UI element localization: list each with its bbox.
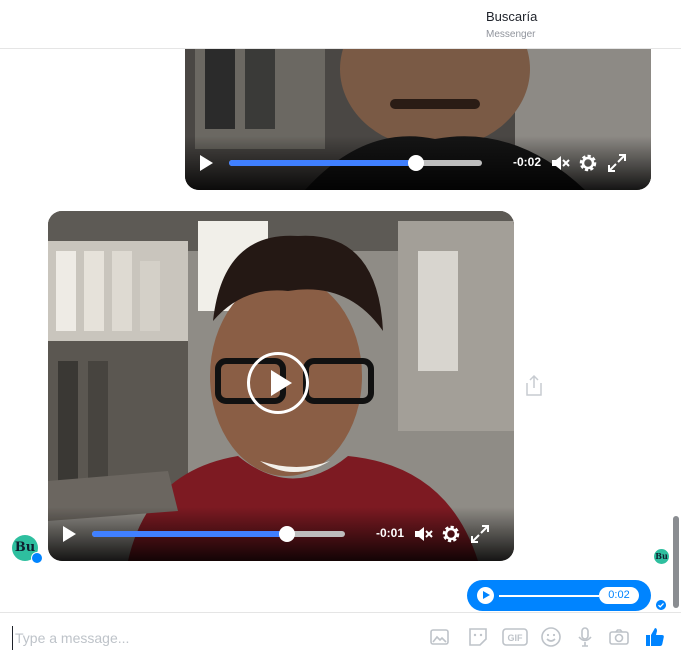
microphone-icon[interactable] [573, 625, 597, 649]
seek-bar-fill [92, 531, 287, 537]
audio-message[interactable]: 0:02 [467, 580, 651, 611]
emoji-icon[interactable] [539, 625, 563, 649]
camera-icon[interactable] [607, 625, 631, 649]
contact-name[interactable]: Buscaría [486, 9, 537, 24]
contact-subtitle: Messenger [486, 29, 536, 40]
conversation-header: Buscaría Messenger [0, 0, 681, 49]
gear-icon[interactable] [577, 152, 599, 174]
seen-avatar: Bu [654, 549, 669, 564]
thread-scrollbar[interactable] [673, 516, 679, 608]
audio-progress-track[interactable] [499, 595, 599, 597]
time-remaining: -0:02 [513, 155, 542, 169]
seek-bar-handle[interactable] [408, 155, 425, 171]
message-thread[interactable]: -0:02 -0:01 Bu Bu 0:02 [0, 49, 681, 612]
svg-text:GIF: GIF [508, 633, 524, 643]
play-icon[interactable] [63, 526, 76, 542]
gear-icon[interactable] [440, 523, 462, 545]
gif-icon[interactable]: GIF [502, 625, 528, 649]
messenger-badge-icon [31, 552, 43, 564]
sticker-icon[interactable] [466, 625, 490, 649]
composer: GIF [0, 612, 681, 660]
like-icon[interactable] [643, 625, 667, 649]
video-message-sent[interactable]: -0:02 [185, 49, 651, 190]
time-remaining: -0:01 [376, 526, 405, 540]
fullscreen-icon[interactable] [606, 152, 628, 174]
seek-bar[interactable] [229, 155, 482, 171]
seek-bar-fill [229, 160, 417, 166]
delivered-check-icon [656, 600, 666, 610]
play-icon[interactable] [200, 155, 213, 171]
seek-bar[interactable] [92, 526, 345, 542]
share-icon[interactable] [523, 373, 545, 397]
mute-icon[interactable] [412, 523, 434, 545]
audio-duration: 0:02 [599, 587, 639, 604]
video-message-received[interactable]: -0:01 [48, 211, 514, 561]
seek-bar-handle[interactable] [278, 526, 295, 542]
message-input[interactable] [12, 626, 417, 650]
video-controls: -0:02 [185, 136, 651, 190]
photo-icon[interactable] [428, 625, 452, 649]
mute-icon[interactable] [549, 152, 571, 174]
play-overlay-button[interactable] [247, 352, 309, 414]
video-controls: -0:01 [48, 507, 514, 561]
audio-play-icon[interactable] [477, 587, 494, 604]
fullscreen-icon[interactable] [469, 523, 491, 545]
